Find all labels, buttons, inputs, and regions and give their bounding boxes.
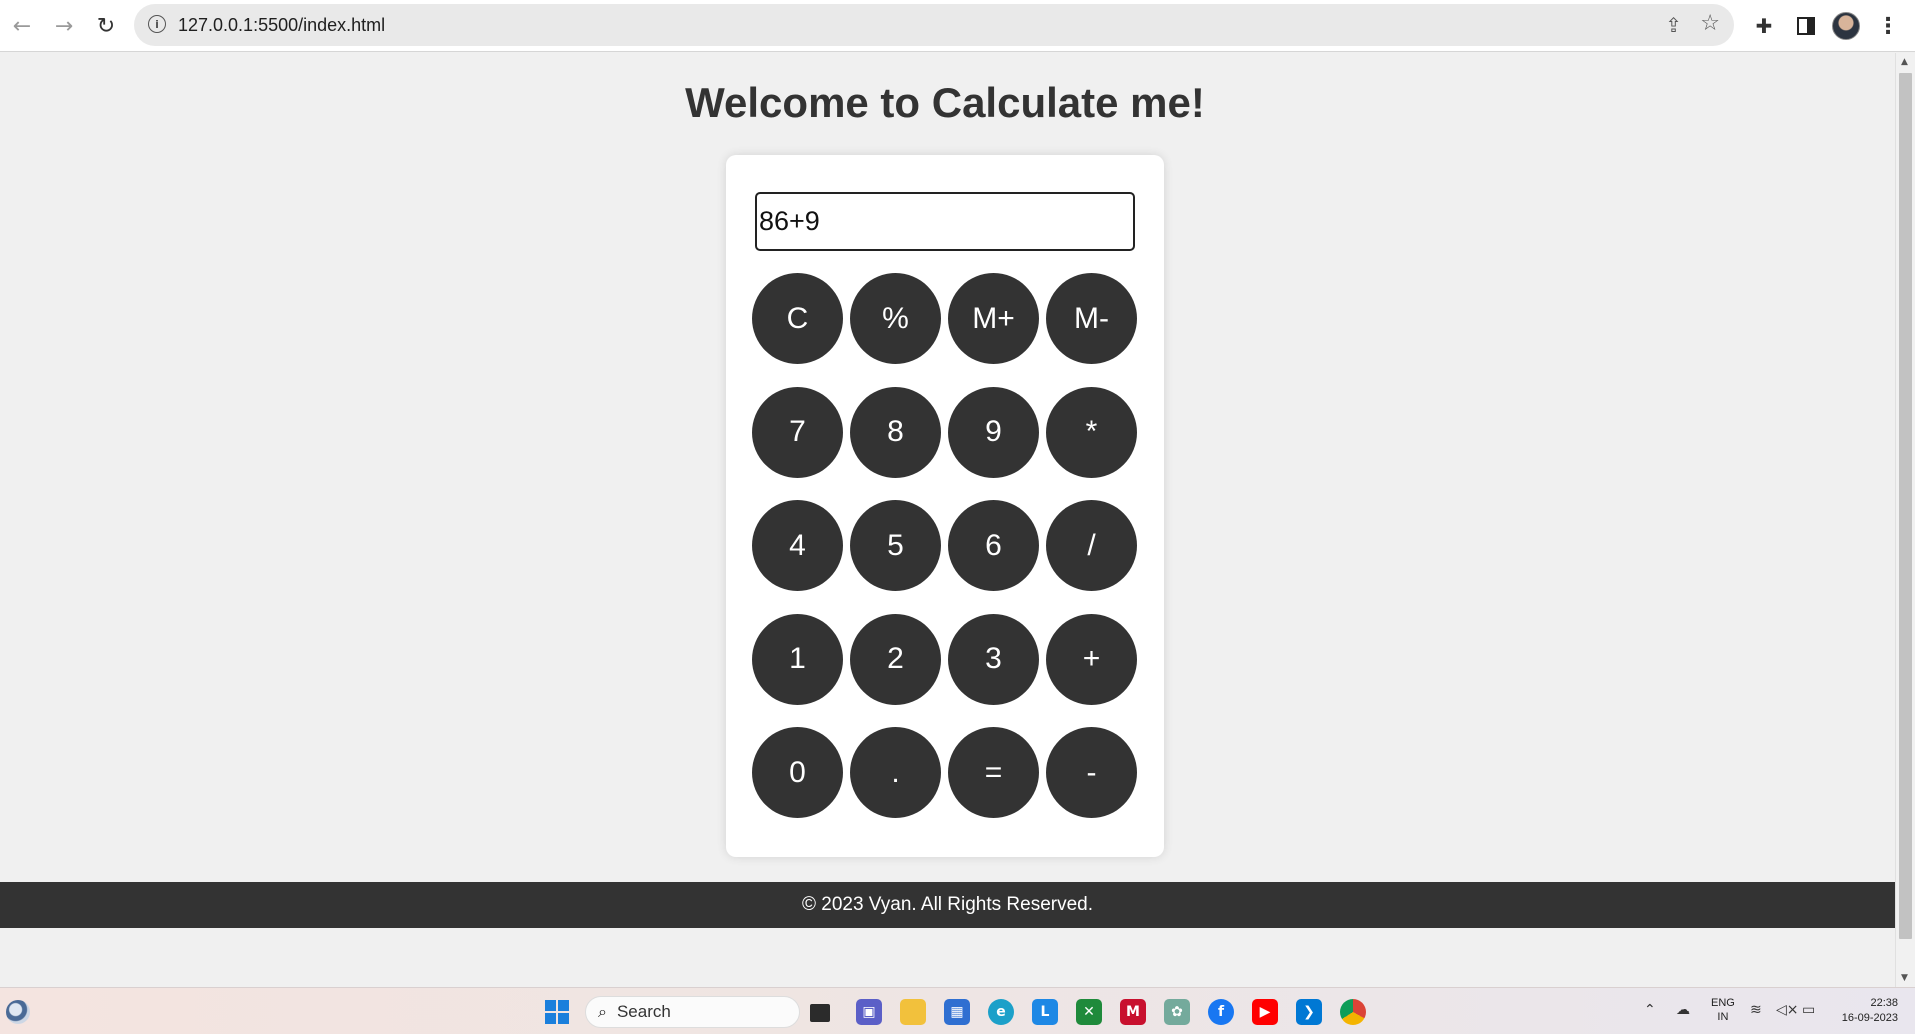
key-digit-6-button[interactable]: 6 <box>948 500 1039 591</box>
share-icon[interactable]: ⇪ <box>1665 13 1682 37</box>
key-digit-5-button[interactable]: 5 <box>850 500 941 591</box>
mcafee-icon[interactable]: M <box>1120 999 1146 1025</box>
key-digit-7-button[interactable]: 7 <box>752 386 843 478</box>
key-memory-add-button[interactable]: M+ <box>948 273 1039 364</box>
file-explorer-icon[interactable] <box>900 999 926 1025</box>
clock-time: 22:38 <box>1870 997 1898 1009</box>
lang-region: IN <box>1717 1011 1729 1023</box>
volume-muted-icon[interactable]: ◁× <box>1776 1002 1799 1018</box>
xbox-icon[interactable]: ✕ <box>1076 999 1102 1025</box>
chatgpt-icon[interactable]: ✿ <box>1164 999 1190 1025</box>
key-decimal-button[interactable]: . <box>850 727 941 818</box>
vertical-scrollbar[interactable]: ▲ ▼ <box>1895 53 1915 987</box>
key-memory-subtract-button[interactable]: M- <box>1046 273 1137 364</box>
key-equals-button[interactable]: = <box>948 727 1039 818</box>
facebook-icon[interactable]: f <box>1208 999 1234 1025</box>
key-digit-0-button[interactable]: 0 <box>752 727 843 818</box>
footer-text: © 2023 Vyan. All Rights Reserved. <box>801 894 1094 915</box>
clock-date: 16-09-2023 <box>1841 1012 1898 1024</box>
page-title: Welcome to Calculate me! <box>685 79 1205 126</box>
search-label: Search <box>616 1002 671 1021</box>
key-divide-button[interactable]: / <box>1046 500 1137 591</box>
scrollbar-thumb[interactable] <box>1899 73 1912 939</box>
edge-icon[interactable]: e <box>988 999 1014 1025</box>
key-digit-1-button[interactable]: 1 <box>752 613 843 705</box>
chrome-icon[interactable] <box>1340 999 1366 1025</box>
key-digit-3-button[interactable]: 3 <box>948 613 1039 705</box>
battery-icon[interactable]: ▭ <box>1802 1002 1815 1018</box>
lang-code: ENG <box>1711 997 1735 1009</box>
teams-chat-icon[interactable]: ▣ <box>856 999 882 1025</box>
key-clear-button[interactable]: C <box>752 273 843 364</box>
address-bar[interactable]: i 127.0.0.1:5500/index.html ⇪ ☆ <box>134 4 1734 46</box>
scroll-up-icon[interactable]: ▲ <box>1901 57 1908 67</box>
vscode-icon[interactable]: ❯ <box>1296 999 1322 1025</box>
search-icon: ⌕ <box>598 1002 607 1021</box>
back-arrow-icon[interactable]: ← <box>6 10 38 42</box>
onedrive-icon[interactable]: ☁ <box>1676 1002 1690 1018</box>
calculator-display[interactable]: 86+9 <box>755 192 1135 251</box>
key-multiply-button[interactable]: * <box>1046 386 1137 478</box>
widgets-icon[interactable] <box>6 1000 30 1024</box>
key-percent-button[interactable]: % <box>850 273 941 364</box>
youtube-icon[interactable]: ▶ <box>1252 999 1278 1025</box>
tray-overflow-chevron-icon[interactable]: ⌃ <box>1644 1002 1656 1018</box>
reload-icon[interactable]: ↻ <box>90 10 122 42</box>
profile-avatar[interactable] <box>1830 10 1862 42</box>
scroll-down-icon[interactable]: ▼ <box>1901 973 1908 983</box>
key-add-button[interactable]: + <box>1046 613 1137 705</box>
forward-arrow-icon[interactable]: → <box>48 10 80 42</box>
extensions-puzzle-icon[interactable]: ✚ <box>1748 10 1780 42</box>
footer: © 2023 Vyan. All Rights Reserved. <box>0 882 1895 928</box>
kebab-menu-icon[interactable]: ⋮ <box>1872 10 1904 42</box>
url-text[interactable]: 127.0.0.1:5500/index.html <box>178 15 385 36</box>
key-digit-2-button[interactable]: 2 <box>850 613 941 705</box>
key-subtract-button[interactable]: - <box>1046 727 1137 818</box>
page-content: Welcome to Calculate me! 86+9 C% M+ M- 7 8 9 *… <box>0 53 1895 987</box>
browser-toolbar: ← → ↻ i 127.0.0.1:5500/index.html ⇪ ☆ ✚ … <box>0 0 1915 52</box>
store-icon[interactable]: ▦ <box>944 999 970 1025</box>
taskbar: ⌕ Search ▣ ▦ e L ✕ M ✿ f ▶ ❯ ⌃ ☁ ENG IN … <box>0 987 1915 1034</box>
key-digit-8-button[interactable]: 8 <box>850 386 941 478</box>
key-digit-4-button[interactable]: 4 <box>752 500 843 591</box>
clock[interactable]: 22:38 16-09-2023 <box>1832 996 1898 1026</box>
key-digit-9-button[interactable]: 9 <box>948 386 1039 478</box>
windows-start-icon[interactable] <box>545 1000 569 1024</box>
calculator-card: 86+9 C% M+ M- 7 8 9 * 4 5 6/ 1 2 3 +0. = - <box>726 155 1164 857</box>
language-indicator[interactable]: ENG IN <box>1711 996 1735 1024</box>
task-view-icon[interactable] <box>810 1004 830 1022</box>
taskbar-search[interactable]: ⌕ Search <box>585 996 800 1028</box>
side-panel-icon[interactable] <box>1790 10 1822 42</box>
bookmark-star-icon[interactable]: ☆ <box>1700 11 1720 36</box>
l-app-icon[interactable]: L <box>1032 999 1058 1025</box>
wifi-icon[interactable]: ≋ <box>1750 1002 1762 1018</box>
site-info-icon[interactable]: i <box>148 15 166 33</box>
